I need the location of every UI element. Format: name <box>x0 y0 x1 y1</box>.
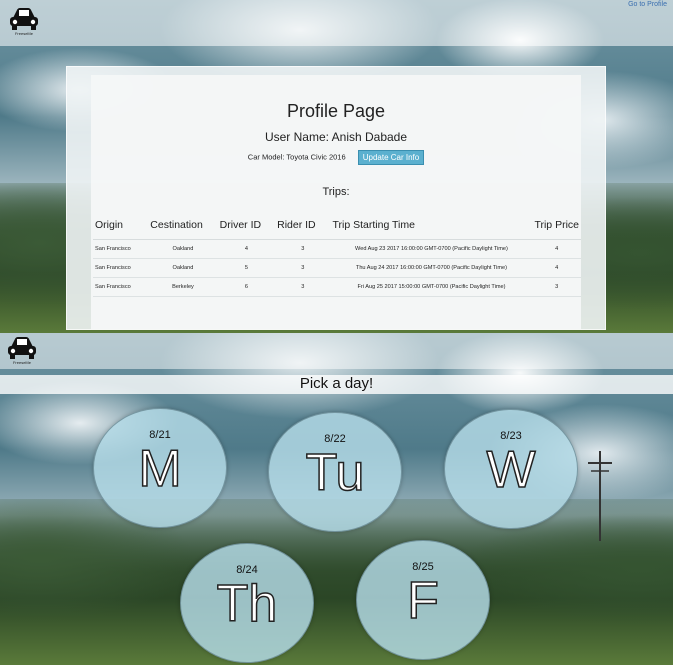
cell-destination: Oakland <box>148 258 218 278</box>
profile-screen: FreeseMe Go to Profile Profile Page User… <box>0 0 673 333</box>
profile-card: Profile Page User Name: Anish Dabade Car… <box>66 66 606 330</box>
day-abbreviation: W <box>486 440 537 500</box>
day-abbreviation: Th <box>216 574 278 634</box>
day-abbreviation: Tu <box>305 443 365 503</box>
table-header-row: Origin Cestination Driver ID Rider ID Tr… <box>93 215 581 240</box>
cell-rider-id: 3 <box>275 258 331 278</box>
cell-trip-price: 4 <box>532 239 581 259</box>
cell-trip-starting-time: Wed Aug 23 2017 16:00:00 GMT-0700 (Pacif… <box>330 239 533 259</box>
trips-table: Origin Cestination Driver ID Rider ID Tr… <box>93 215 581 297</box>
car-model-label: Car Model: Toyota Civic 2016 <box>247 152 346 162</box>
cell-destination: Oakland <box>148 239 218 259</box>
day-abbreviation: F <box>406 571 439 631</box>
cell-origin: San Francisco <box>93 239 149 259</box>
table-row: San Francisco Berkeley 6 3 Fri Aug 25 20… <box>93 277 581 297</box>
column-header-driver-id: Driver ID <box>217 215 276 240</box>
cell-driver-id: 4 <box>217 239 276 259</box>
day-button-thursday[interactable]: 8/24 Th <box>180 543 314 663</box>
day-button-wednesday[interactable]: 8/23 W <box>444 409 578 529</box>
car-model-row: Car Model: Toyota Civic 2016 Update Car … <box>67 150 605 165</box>
car-icon <box>10 8 38 30</box>
table-row: San Francisco Oakland 4 3 Wed Aug 23 201… <box>93 239 581 259</box>
go-to-profile-link[interactable]: Go to Profile <box>628 1 667 8</box>
column-header-trip-starting-time: Trip Starting Time <box>330 215 533 240</box>
cell-trip-starting-time: Fri Aug 25 2017 15:00:00 GMT-0700 (Pacif… <box>330 277 533 297</box>
cell-origin: San Francisco <box>93 258 149 278</box>
day-abbreviation: M <box>138 439 183 499</box>
column-header-trip-price: Trip Price <box>532 215 581 240</box>
column-header-origin: Origin <box>93 215 149 240</box>
logo-text: FreeseMe <box>14 31 33 36</box>
day-button-monday[interactable]: 8/21 M <box>93 408 227 528</box>
user-name: User Name: Anish Dabade <box>264 130 408 144</box>
pick-a-day-heading: Pick a day! <box>0 375 673 394</box>
day-button-tuesday[interactable]: 8/22 Tu <box>268 412 402 532</box>
table-row: San Francisco Oakland 5 3 Thu Aug 24 201… <box>93 258 581 278</box>
logo-text: FreeseMe <box>12 360 31 365</box>
car-icon <box>8 337 36 359</box>
cell-driver-id: 5 <box>217 258 276 278</box>
utility-pole-icon <box>588 451 612 541</box>
app-logo[interactable]: FreeseMe <box>4 333 40 367</box>
header-bar <box>0 333 673 369</box>
cell-origin: San Francisco <box>93 277 149 297</box>
cell-rider-id: 3 <box>275 239 331 259</box>
cell-trip-starting-time: Thu Aug 24 2017 16:00:00 GMT-0700 (Pacif… <box>330 258 533 278</box>
header-bar <box>0 0 673 46</box>
day-button-friday[interactable]: 8/25 F <box>356 540 490 660</box>
cell-trip-price: 4 <box>532 258 581 278</box>
column-header-destination: Cestination <box>148 215 218 240</box>
app-logo[interactable]: FreeseMe <box>6 4 42 38</box>
cell-trip-price: 3 <box>532 277 581 297</box>
trips-heading: Trips: <box>322 186 350 198</box>
cell-driver-id: 6 <box>217 277 276 297</box>
update-car-info-button[interactable]: Update Car Info <box>357 150 425 165</box>
cell-rider-id: 3 <box>275 277 331 297</box>
cell-destination: Berkeley <box>148 277 218 297</box>
page-title: Profile Page <box>286 101 386 121</box>
column-header-rider-id: Rider ID <box>275 215 331 240</box>
